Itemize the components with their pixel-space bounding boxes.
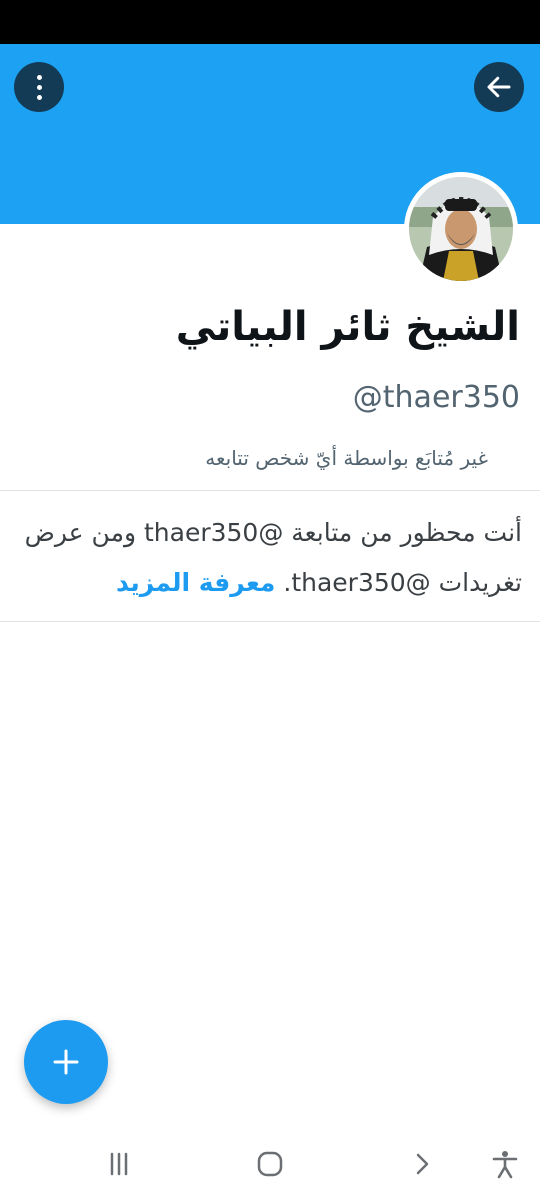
profile-handle: @thaer350 bbox=[352, 380, 520, 415]
plus-icon bbox=[53, 1049, 79, 1075]
system-navigation-bar bbox=[0, 1124, 540, 1200]
divider bbox=[0, 490, 540, 491]
accessibility-button[interactable] bbox=[487, 1146, 523, 1182]
avatar-image bbox=[409, 177, 513, 281]
compose-tweet-button[interactable] bbox=[24, 1020, 108, 1104]
profile-name: الشيخ ثائر البياتي bbox=[175, 304, 520, 350]
home-button[interactable] bbox=[252, 1146, 288, 1182]
status-bar bbox=[0, 0, 540, 44]
recent-apps-icon bbox=[110, 1152, 128, 1176]
back-chevron-icon bbox=[416, 1153, 429, 1175]
recent-apps-button[interactable] bbox=[101, 1146, 137, 1182]
back-button[interactable] bbox=[474, 62, 524, 112]
accessibility-icon bbox=[492, 1151, 518, 1179]
arrow-left-icon bbox=[487, 76, 511, 98]
learn-more-link[interactable]: معرفة المزيد bbox=[116, 568, 275, 597]
profile-avatar[interactable] bbox=[404, 172, 518, 286]
more-vertical-icon bbox=[36, 74, 42, 100]
blocked-notice: أنت محظور من متابعة @thaer350 ومن عرض تغ… bbox=[20, 508, 522, 608]
not-followed-text: غير مُتابَع بواسطة أيّ شخص تتابعه bbox=[205, 446, 488, 470]
back-nav-button[interactable] bbox=[404, 1146, 440, 1182]
more-options-button[interactable] bbox=[14, 62, 64, 112]
home-icon bbox=[257, 1151, 283, 1177]
divider bbox=[0, 621, 540, 622]
